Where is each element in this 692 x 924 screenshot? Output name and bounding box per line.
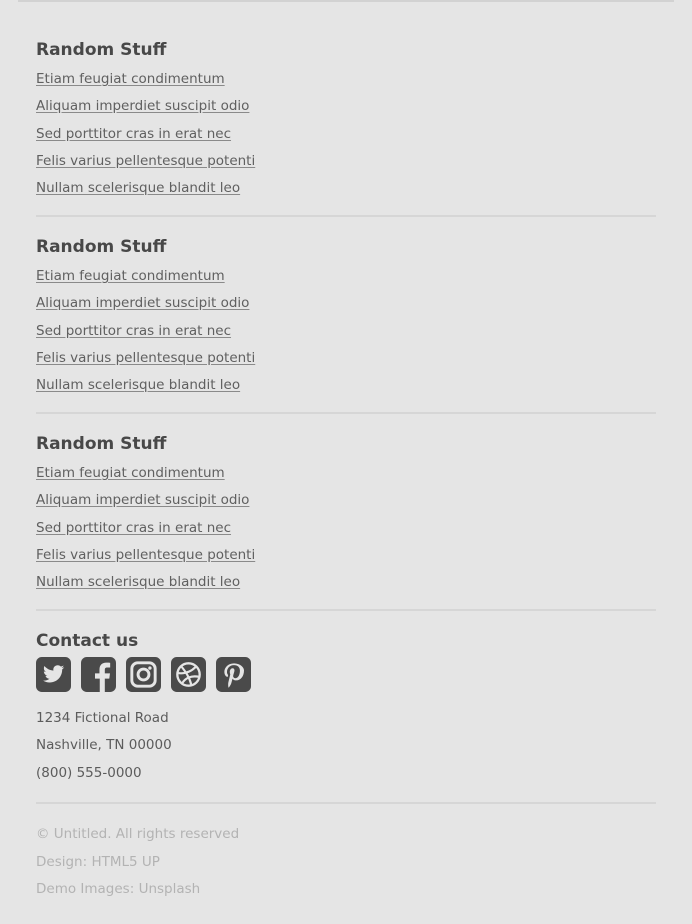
twitter-icon[interactable] <box>36 657 71 692</box>
facebook-icon[interactable] <box>81 657 116 692</box>
instagram-icon[interactable] <box>126 657 161 692</box>
html5up-link[interactable]: HTML5 UP <box>91 854 159 870</box>
footer-link[interactable]: Felis varius pellentesque potenti <box>36 153 255 169</box>
section-heading: Random Stuff <box>36 237 167 257</box>
dribbble-icon[interactable] <box>171 657 206 692</box>
footer-link[interactable]: Sed porttitor cras in erat nec <box>36 126 231 142</box>
footer-link[interactable]: Etiam feugiat condimentum <box>36 465 225 481</box>
section-heading: Random Stuff <box>36 434 167 454</box>
footer-link[interactable]: Aliquam imperdiet suscipit odio <box>36 295 249 311</box>
list-item: Etiam feugiat condimentum <box>36 459 656 486</box>
list-item: Etiam feugiat condimentum <box>36 65 656 92</box>
footer: Random Stuff Etiam feugiat condimentum A… <box>36 38 656 904</box>
footer-link[interactable]: Felis varius pellentesque potenti <box>36 547 255 563</box>
footer-link[interactable]: Etiam feugiat condimentum <box>36 268 225 284</box>
list-item: Nullam scelerisque blandit leo <box>36 174 656 201</box>
random-stuff-section-3: Random Stuff Etiam feugiat condimentum A… <box>36 432 656 611</box>
footer-link[interactable]: Nullam scelerisque blandit leo <box>36 180 240 196</box>
list-item: Nullam scelerisque blandit leo <box>36 371 656 398</box>
list-item: Aliquam imperdiet suscipit odio <box>36 486 656 513</box>
footer-link[interactable]: Felis varius pellentesque potenti <box>36 350 255 366</box>
copyright-notice: © Untitled. All rights reserved <box>36 826 240 842</box>
link-list: Etiam feugiat condimentum Aliquam imperd… <box>36 65 656 201</box>
list-item: Etiam feugiat condimentum <box>36 262 656 289</box>
link-list: Etiam feugiat condimentum Aliquam imperd… <box>36 459 656 595</box>
list-item: Felis varius pellentesque potenti <box>36 344 656 371</box>
design-credit: Design: HTML5 UP <box>36 849 656 877</box>
pinterest-icon[interactable] <box>216 657 251 692</box>
random-stuff-section-1: Random Stuff Etiam feugiat condimentum A… <box>36 38 656 217</box>
social-icons <box>36 656 656 705</box>
images-credit-prefix: Demo Images: <box>36 881 139 897</box>
list-item: Aliquam imperdiet suscipit odio <box>36 92 656 119</box>
contact-heading: Contact us <box>36 631 139 651</box>
copyright-block: © Untitled. All rights reserved Design: … <box>36 821 656 904</box>
list-item: Sed porttitor cras in erat nec <box>36 514 656 541</box>
images-credit: Demo Images: Unsplash <box>36 876 656 904</box>
top-divider <box>18 0 674 2</box>
list-item: Sed porttitor cras in erat nec <box>36 317 656 344</box>
footer-link[interactable]: Aliquam imperdiet suscipit odio <box>36 492 249 508</box>
section-heading: Random Stuff <box>36 40 167 60</box>
address-street: 1234 Fictional Road <box>36 710 169 726</box>
footer-link[interactable]: Nullam scelerisque blandit leo <box>36 574 240 590</box>
list-item: Felis varius pellentesque potenti <box>36 147 656 174</box>
address-city: Nashville, TN 00000 <box>36 737 172 754</box>
list-item: Sed porttitor cras in erat nec <box>36 120 656 147</box>
design-credit-prefix: Design: <box>36 853 92 870</box>
contact-section: Contact us 1234 Fictional Road Nashville… <box>36 629 656 804</box>
list-item: Nullam scelerisque blandit leo <box>36 568 656 595</box>
footer-link[interactable]: Etiam feugiat condimentum <box>36 71 225 87</box>
footer-link[interactable]: Nullam scelerisque blandit leo <box>36 377 240 393</box>
footer-link[interactable]: Aliquam imperdiet suscipit odio <box>36 98 249 114</box>
address-phone: (800) 555-0000 <box>36 764 142 781</box>
link-list: Etiam feugiat condimentum Aliquam imperd… <box>36 262 656 398</box>
random-stuff-section-2: Random Stuff Etiam feugiat condimentum A… <box>36 235 656 414</box>
list-item: Aliquam imperdiet suscipit odio <box>36 289 656 316</box>
unsplash-link[interactable]: Unsplash <box>139 881 201 897</box>
footer-link[interactable]: Sed porttitor cras in erat nec <box>36 323 231 339</box>
list-item: Felis varius pellentesque potenti <box>36 541 656 568</box>
footer-link[interactable]: Sed porttitor cras in erat nec <box>36 520 231 536</box>
